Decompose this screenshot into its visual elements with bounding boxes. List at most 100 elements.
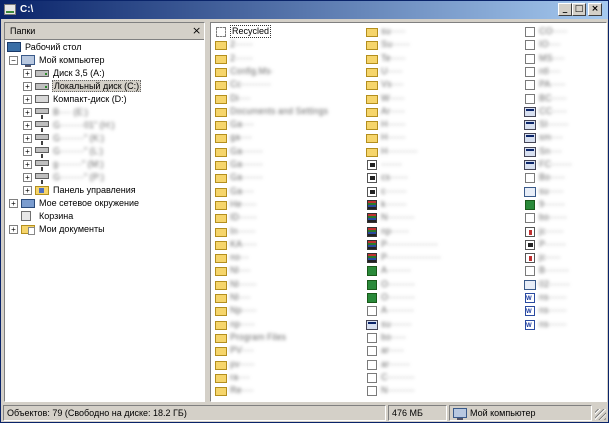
file-item[interactable]: P················· <box>366 238 516 251</box>
tree-node[interactable]: + Панель управления <box>21 184 200 196</box>
file-item[interactable]: ns······ <box>524 291 604 306</box>
file-item[interactable]: SI······· <box>524 118 604 131</box>
file-item[interactable]: ar······· <box>366 358 516 371</box>
file-item[interactable]: c······· <box>366 185 516 198</box>
file-item[interactable]: B········ <box>524 264 604 277</box>
file-item[interactable]: ······· <box>366 158 516 171</box>
expand-icon[interactable]: + <box>23 95 32 104</box>
file-item[interactable]: BC····· <box>524 92 604 105</box>
file-item[interactable]: N········· <box>366 384 516 397</box>
file-item[interactable]: ar····· <box>366 344 516 357</box>
file-item[interactable]: Ga···· <box>215 185 355 198</box>
file-item[interactable]: ntl···· <box>524 65 604 78</box>
tree-node[interactable]: + Компакт-диск (D:) <box>21 93 200 105</box>
file-item[interactable]: Ga······· <box>215 145 355 158</box>
tree-node[interactable]: + Мои документы <box>7 223 200 235</box>
file-item[interactable]: CO····· <box>524 25 604 38</box>
expand-icon[interactable]: + <box>23 186 32 195</box>
file-item[interactable]: 9······· <box>524 198 604 211</box>
tree-node[interactable]: + Диск 3,5 (A:) <box>21 67 200 79</box>
file-item[interactable]: PA····· <box>524 78 604 91</box>
file-item[interactable]: ra···· <box>215 371 355 384</box>
file-item[interactable]: Documents and Settings <box>215 105 355 118</box>
file-item[interactable]: C········· <box>366 371 516 384</box>
file-item[interactable]: no··· <box>215 251 355 264</box>
title-bar[interactable]: C:\ _ □ × <box>1 1 608 19</box>
file-item[interactable]: P·················· <box>366 251 516 264</box>
file-item[interactable]: bo······ <box>524 211 604 224</box>
file-item[interactable]: P······· <box>524 238 604 251</box>
file-item[interactable]: k······· <box>366 198 516 211</box>
file-item[interactable]: H······ <box>366 131 516 144</box>
maximize-button[interactable]: □ <box>572 3 586 16</box>
file-item[interactable]: W····· <box>366 92 516 105</box>
file-item[interactable]: Nl···· <box>215 291 355 304</box>
file-item[interactable]: Ga···· <box>215 118 355 131</box>
collapse-icon[interactable]: − <box>9 56 18 65</box>
minimize-button[interactable]: _ <box>558 3 572 16</box>
file-item[interactable]: Su······ <box>366 38 516 51</box>
file-item[interactable]: ns······ <box>524 304 604 319</box>
file-item[interactable]: Sn···· <box>524 145 604 158</box>
file-item[interactable]: su······· <box>366 318 516 331</box>
file-item[interactable]: N········· <box>366 211 516 224</box>
file-item[interactable]: He····· <box>215 198 355 211</box>
folders-close-icon[interactable]: × <box>192 24 201 37</box>
file-item[interactable]: Vs···· <box>366 78 516 91</box>
file-item[interactable]: KA····· <box>215 238 355 251</box>
file-item[interactable]: CC····· <box>524 105 604 118</box>
file-item[interactable]: A········ <box>366 264 516 277</box>
file-item[interactable]: O········· <box>366 291 516 304</box>
file-item[interactable]: H·········· <box>366 145 516 158</box>
expand-icon[interactable]: + <box>23 69 32 78</box>
file-item[interactable]: Re···· <box>215 384 355 397</box>
file-list[interactable]: Recycled 2······ 2······ Config.Ms· Cc······… <box>210 22 607 402</box>
file-item[interactable]: Cc·········· <box>215 78 355 91</box>
file-item[interactable]: IO···· <box>524 38 604 51</box>
file-item[interactable]: Config.Ms· <box>215 65 355 78</box>
tree-node[interactable]: + Локальный диск (C:) <box>21 80 200 92</box>
file-item[interactable]: 2······ <box>215 38 355 51</box>
file-item[interactable]: Ga······· <box>215 158 355 171</box>
tree-node[interactable]: Рабочий стол <box>7 41 200 53</box>
file-item[interactable]: H······ <box>366 118 516 131</box>
file-item[interactable]: ID······ <box>215 211 355 224</box>
expand-icon[interactable]: + <box>23 82 32 91</box>
tree-node[interactable]: Корзина <box>7 210 200 222</box>
expand-icon[interactable]: + <box>9 199 18 208</box>
file-item[interactable]: In······ <box>215 225 355 238</box>
expand-icon[interactable]: + <box>23 108 32 117</box>
file-item[interactable]: 2······ <box>215 52 355 65</box>
tree-node[interactable]: + g········" (M:) <box>21 158 200 171</box>
tree-node[interactable]: + G········" (K:) <box>21 132 200 145</box>
tree-node[interactable]: + G········01" (H:) <box>21 119 200 132</box>
file-item[interactable]: pv····· <box>215 358 355 371</box>
file-item[interactable]: Ga······· <box>215 171 355 184</box>
tree-node[interactable]: + G········" (L:) <box>21 145 200 158</box>
file-item[interactable]: Nl······ <box>215 278 355 291</box>
expand-icon[interactable]: + <box>23 173 32 182</box>
tree-node[interactable]: − Мой компьютер <box>7 54 200 67</box>
file-item[interactable]: 02······· <box>524 278 604 291</box>
file-item[interactable]: U····· <box>366 65 516 78</box>
file-item[interactable]: su····· <box>366 25 516 38</box>
expand-icon[interactable]: + <box>23 147 32 156</box>
expand-icon[interactable]: + <box>9 225 18 234</box>
file-item[interactable]: A········· <box>366 304 516 317</box>
file-item[interactable]: ns······ <box>524 318 604 333</box>
file-item[interactable]: jc····· <box>524 251 604 264</box>
file-item[interactable]: O········· <box>366 278 516 291</box>
file-item[interactable]: Program Files <box>215 331 355 344</box>
file-item[interactable]: FC······· <box>524 158 604 171</box>
file-item[interactable]: PV···· <box>215 344 355 357</box>
file-item[interactable]: Ar····· <box>366 105 516 118</box>
tree-node[interactable]: + B···· (E:) <box>21 106 200 119</box>
file-item[interactable]: Di···· <box>215 92 355 105</box>
resize-grip[interactable] <box>595 409 606 420</box>
file-item[interactable]: Bo····· <box>524 171 604 184</box>
file-item[interactable]: Te····· <box>366 52 516 65</box>
file-item[interactable]: np······ <box>366 225 516 238</box>
file-item[interactable]: bo····· <box>366 331 516 344</box>
file-item[interactable]: jc······ <box>524 225 604 238</box>
file-item[interactable]: ga···· <box>215 131 355 144</box>
